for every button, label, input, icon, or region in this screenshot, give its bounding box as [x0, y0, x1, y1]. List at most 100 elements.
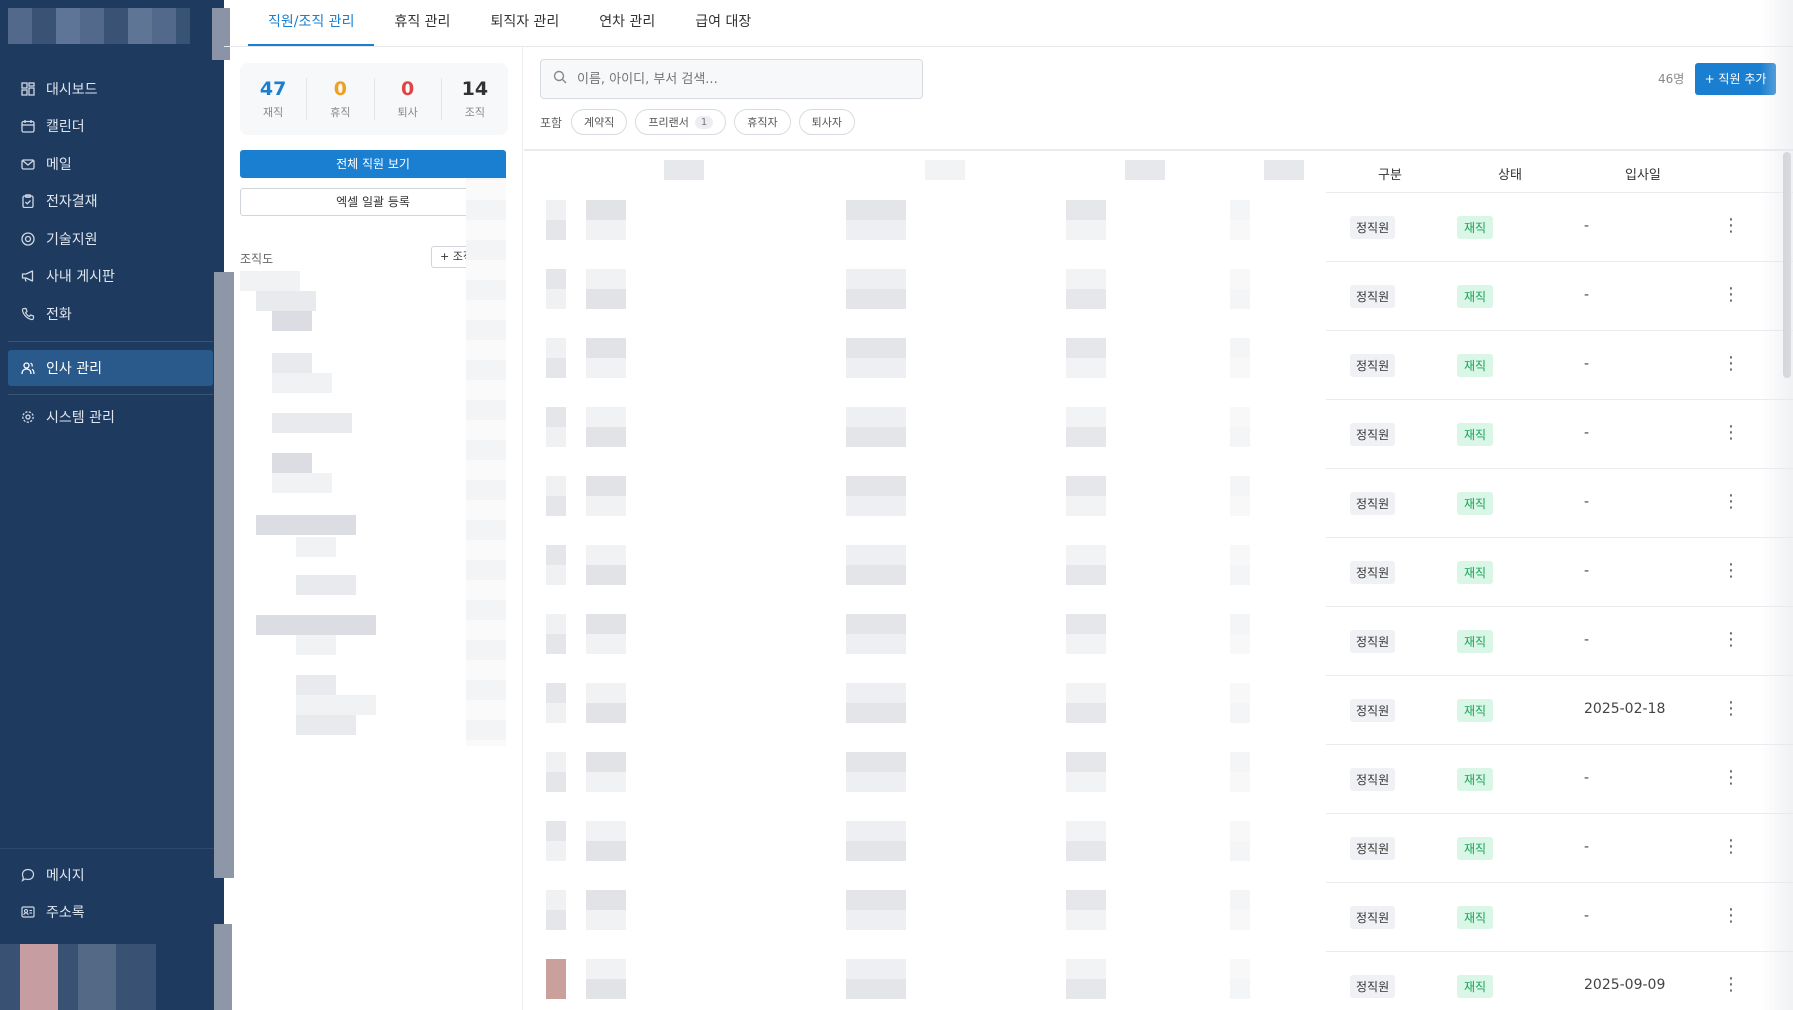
search-icon: [553, 70, 567, 88]
table-row[interactable]: 정직원 재직 - ⋮: [1326, 744, 1793, 813]
search-input[interactable]: [577, 71, 897, 87]
user-avatar[interactable]: [0, 944, 156, 1010]
status-badge: 재직: [1457, 906, 1494, 929]
table-row[interactable]: 정직원 재직 - ⋮: [1326, 261, 1793, 330]
redacted-cell: [846, 289, 906, 309]
sidebar-item-label: 전화: [46, 306, 72, 323]
redacted-cell: [586, 358, 626, 378]
redacted-cell: [1066, 910, 1106, 930]
table-row[interactable]: 정직원 재직 - ⋮: [1326, 882, 1793, 951]
gear-icon: [20, 409, 36, 425]
table-row[interactable]: 정직원 재직 - ⋮: [1326, 399, 1793, 468]
redacted-cell: [546, 683, 566, 703]
sidebar-item-board[interactable]: 사내 게시판: [8, 258, 213, 296]
more-vertical-icon[interactable]: ⋮: [1722, 832, 1740, 862]
more-vertical-icon[interactable]: ⋮: [1722, 211, 1740, 241]
type-badge: 정직원: [1350, 354, 1396, 377]
redacted-cell: [586, 910, 626, 930]
hire-date: -: [1584, 494, 1590, 510]
stat-resigned[interactable]: 0 퇴사: [375, 78, 442, 120]
sidebar-item-label: 캘린더: [46, 119, 85, 136]
type-badge: 정직원: [1350, 492, 1396, 515]
redacted-cell: [846, 614, 906, 634]
redacted-cell: [1066, 565, 1106, 585]
type-badge: 정직원: [1350, 768, 1396, 791]
stat-label: 퇴사: [397, 106, 418, 119]
more-vertical-icon[interactable]: ⋮: [1722, 556, 1740, 586]
redacted-cell: [1066, 289, 1106, 309]
chip-freelancer[interactable]: 프리랜서 1: [635, 109, 727, 135]
sidebar-item-dashboard[interactable]: 대시보드: [8, 70, 213, 108]
redacted-cell: [586, 841, 626, 861]
table-row[interactable]: 정직원 재직 - ⋮: [1326, 537, 1793, 606]
sidebar-item-contacts[interactable]: 주소록: [8, 894, 213, 932]
tab-leave[interactable]: 휴직 관리: [374, 0, 470, 46]
sidebar-item-system[interactable]: 시스템 관리: [8, 399, 213, 437]
table-row[interactable]: 정직원 재직 - ⋮: [1326, 606, 1793, 675]
column-header-hire-date[interactable]: 입사일: [1625, 164, 1661, 183]
redacted-cell: [546, 200, 566, 220]
redacted-cell: [1230, 358, 1250, 378]
table-row[interactable]: 정직원 재직 2025-02-18 ⋮: [1326, 675, 1793, 744]
table-row[interactable]: 정직원 재직 - ⋮: [1326, 468, 1793, 537]
chip-resigned[interactable]: 퇴사자: [798, 109, 855, 135]
company-logo[interactable]: [8, 8, 190, 44]
sidebar-item-label: 인사 관리: [46, 360, 102, 377]
table-row[interactable]: 정직원 재직 - ⋮: [1326, 192, 1793, 261]
chip-on-leave[interactable]: 휴직자: [734, 109, 791, 135]
tab-retirees[interactable]: 퇴직자 관리: [470, 0, 579, 46]
chip-contract[interactable]: 계약직: [571, 109, 628, 135]
tab-employee-org[interactable]: 직원/조직 관리: [248, 0, 375, 46]
sidebar-item-label: 대시보드: [46, 81, 98, 98]
redacted-cell: [846, 634, 906, 654]
more-vertical-icon[interactable]: ⋮: [1722, 625, 1740, 655]
sidebar-item-hr[interactable]: 인사 관리: [8, 349, 213, 386]
panel-splitter[interactable]: [466, 160, 506, 746]
more-vertical-icon[interactable]: ⋮: [1722, 694, 1740, 724]
redacted-cell: [586, 427, 626, 447]
more-vertical-icon[interactable]: ⋮: [1722, 970, 1740, 1000]
more-vertical-icon[interactable]: ⋮: [1722, 901, 1740, 931]
redacted-cell: [846, 200, 906, 220]
stat-orgs[interactable]: 14 조직: [442, 78, 508, 120]
sidebar: 대시보드 캘린더 메일 전자결재 기술지원 사내 게시판 전화 인사 관리 시스…: [0, 0, 224, 1010]
sidebar-item-support[interactable]: 기술지원: [8, 220, 213, 258]
hire-date: -: [1584, 632, 1590, 648]
redacted-cell: [546, 289, 566, 309]
more-vertical-icon[interactable]: ⋮: [1722, 763, 1740, 793]
redacted-cell: [1066, 703, 1106, 723]
hire-date: -: [1584, 218, 1590, 234]
sidebar-divider: [8, 393, 213, 395]
sidebar-item-approval[interactable]: 전자결재: [8, 183, 213, 221]
search-box[interactable]: [540, 59, 923, 99]
table-row[interactable]: 정직원 재직 2025-09-09 ⋮: [1326, 951, 1793, 1010]
redacted-cell: [1230, 496, 1250, 516]
stat-leave[interactable]: 0 휴직: [307, 78, 375, 120]
redacted-cell: [1230, 683, 1250, 703]
more-vertical-icon[interactable]: ⋮: [1722, 280, 1740, 310]
sidebar-item-phone[interactable]: 전화: [8, 295, 213, 333]
tab-annual-leave[interactable]: 연차 관리: [579, 0, 675, 46]
column-header-type[interactable]: 구분: [1378, 164, 1402, 183]
table-row[interactable]: 정직원 재직 - ⋮: [1326, 330, 1793, 399]
sidebar-item-calendar[interactable]: 캘린더: [8, 108, 213, 146]
sidebar-item-mail[interactable]: 메일: [8, 145, 213, 183]
more-vertical-icon[interactable]: ⋮: [1722, 349, 1740, 379]
more-vertical-icon[interactable]: ⋮: [1722, 418, 1740, 448]
dashboard-icon: [20, 81, 36, 97]
more-vertical-icon[interactable]: ⋮: [1722, 487, 1740, 517]
hire-date: -: [1584, 770, 1590, 786]
redacted-cell: [1230, 752, 1250, 772]
table-row[interactable]: 정직원 재직 - ⋮: [1326, 813, 1793, 882]
redacted-cell: [846, 979, 906, 999]
status-badge: 재직: [1457, 423, 1494, 446]
column-header-status[interactable]: 상태: [1498, 164, 1522, 183]
sidebar-item-messages[interactable]: 메시지: [8, 856, 213, 894]
redacted-cell: [546, 772, 566, 792]
redacted-cell: [546, 565, 566, 585]
redacted-cell: [1066, 476, 1106, 496]
stat-active[interactable]: 47 재직: [240, 78, 308, 120]
type-badge: 정직원: [1350, 906, 1396, 929]
redacted-cell: [586, 979, 626, 999]
tab-payroll[interactable]: 급여 대장: [675, 0, 771, 46]
